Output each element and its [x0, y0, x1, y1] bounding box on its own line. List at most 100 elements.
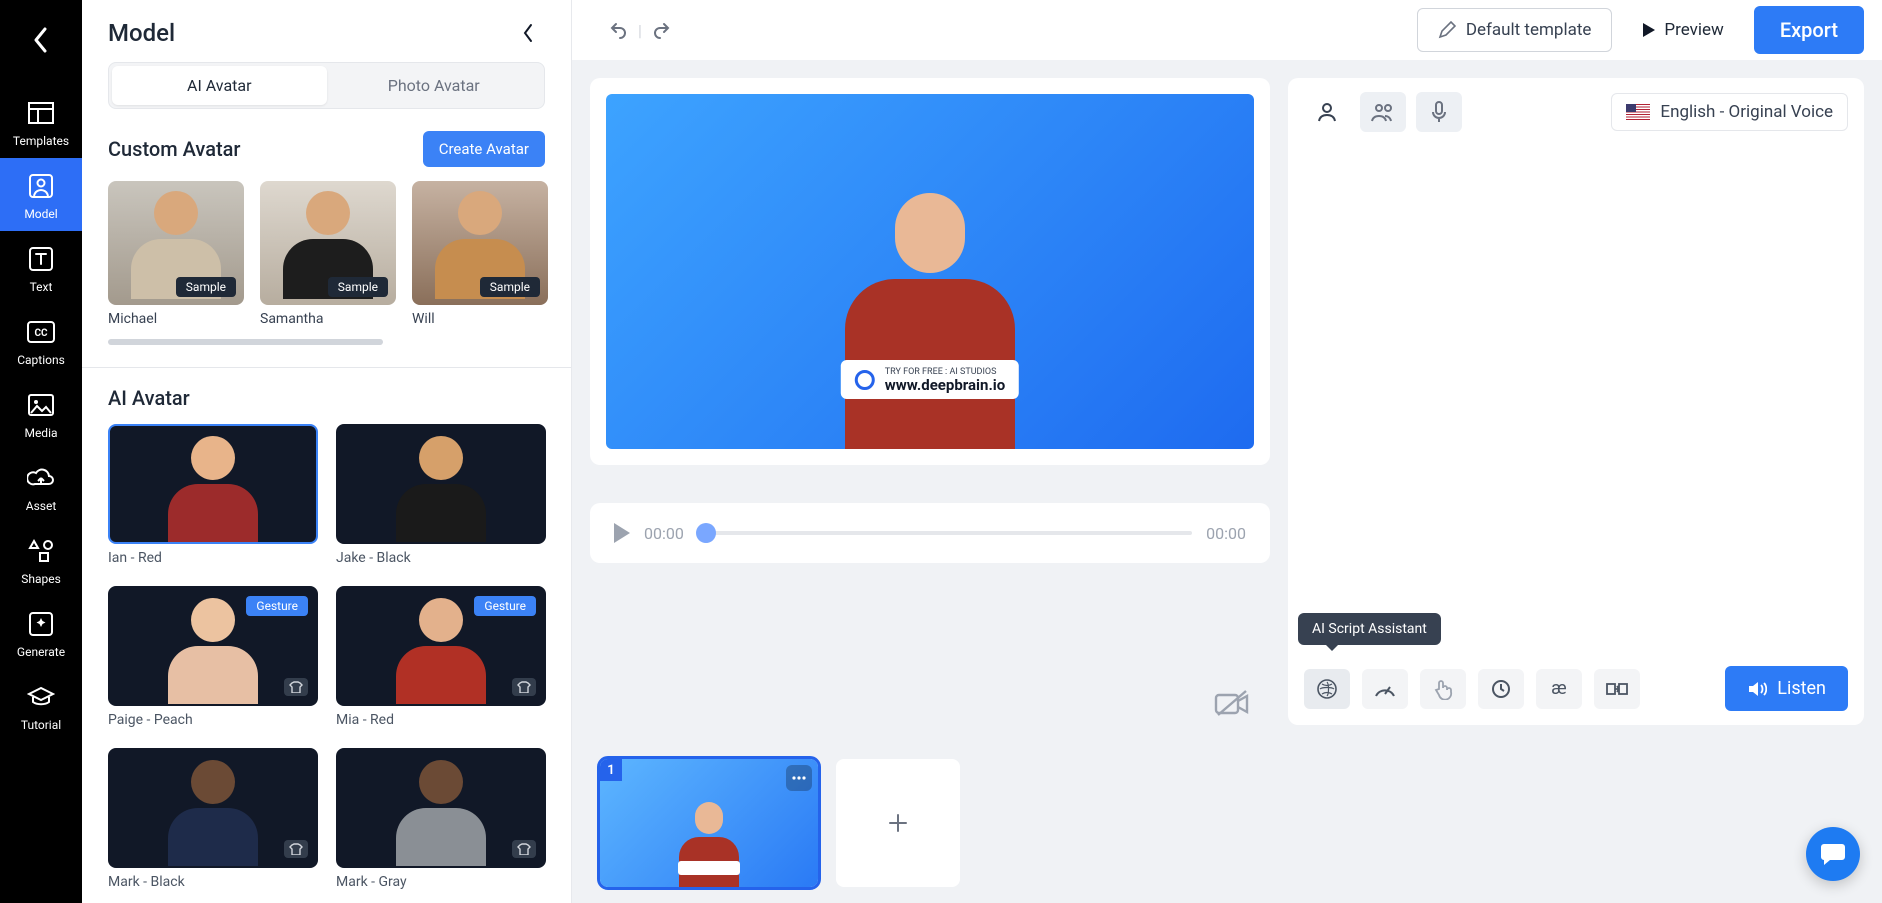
pronunciation-button[interactable]: æ	[1536, 669, 1582, 709]
person-icon	[1317, 102, 1337, 122]
custom-avatar-card[interactable]: Sample Michael	[108, 181, 244, 327]
speed-button[interactable]	[1362, 669, 1408, 709]
avatar-on-canvas	[835, 173, 1025, 449]
back-button[interactable]	[21, 20, 61, 60]
ai-avatar-card[interactable]: Gesture Paige - Peach	[108, 586, 318, 740]
gesture-button[interactable]	[1420, 669, 1466, 709]
listen-button[interactable]: Listen	[1725, 666, 1848, 711]
nav-generate[interactable]: Generate	[0, 596, 82, 669]
sample-badge: Sample	[176, 277, 236, 297]
chevron-left-icon	[522, 23, 534, 43]
nav-asset[interactable]: Asset	[0, 450, 82, 523]
nav-label: Captions	[17, 353, 65, 367]
ai-avatar-title: AI Avatar	[108, 386, 190, 410]
tab-photo-avatar[interactable]: Photo Avatar	[327, 66, 542, 105]
nav-templates[interactable]: Templates	[0, 85, 82, 158]
preview-button[interactable]: Preview	[1624, 9, 1741, 51]
divider	[82, 367, 571, 368]
camera-off-icon	[1214, 689, 1250, 719]
voice-input-button[interactable]	[1416, 92, 1462, 132]
custom-avatar-card[interactable]: Sample Samantha	[260, 181, 396, 327]
nav-shapes[interactable]: Shapes	[0, 523, 82, 596]
translate-button[interactable]	[1594, 669, 1640, 709]
add-scene-button[interactable]	[836, 759, 960, 887]
canvas-preview[interactable]: TRY FOR FREE : AI STUDIOS www.deepbrain.…	[590, 78, 1270, 465]
ai-avatar-name: Mark - Black	[108, 874, 318, 890]
gesture-icon	[1433, 678, 1453, 700]
image-icon	[27, 391, 55, 419]
script-textarea[interactable]	[1304, 142, 1848, 666]
scene-1[interactable]: 1	[600, 759, 818, 887]
time-current: 00:00	[644, 524, 684, 543]
horizontal-scrollbar[interactable]	[108, 339, 383, 345]
preview-label: Preview	[1664, 20, 1723, 40]
nav-label: Shapes	[21, 572, 61, 586]
ai-avatar-name: Paige - Peach	[108, 712, 318, 728]
camera-off-button[interactable]	[1214, 689, 1250, 719]
create-avatar-button[interactable]: Create Avatar	[423, 131, 545, 167]
nav-label: Media	[24, 426, 57, 440]
translate-icon	[1606, 680, 1628, 698]
nav-text[interactable]: Text	[0, 231, 82, 304]
watermark-overlay: TRY FOR FREE : AI STUDIOS www.deepbrain.…	[841, 360, 1019, 400]
ai-avatar-name: Mia - Red	[336, 712, 546, 728]
svg-text:CC: CC	[34, 328, 48, 339]
ai-avatar-card[interactable]: Mark - Gray	[336, 748, 546, 902]
sample-badge: Sample	[480, 277, 540, 297]
ai-avatar-card[interactable]: Mark - Black	[108, 748, 318, 902]
ae-icon: æ	[1551, 678, 1566, 699]
panel-title: Model	[108, 19, 175, 47]
seek-track[interactable]	[698, 531, 1192, 535]
ai-avatar-card[interactable]: Ian - Red	[108, 424, 318, 578]
play-button[interactable]	[614, 523, 630, 543]
ai-assist-icon	[1316, 678, 1338, 700]
pencil-icon	[1438, 21, 1456, 39]
nav-label: Asset	[26, 499, 57, 513]
shirt-icon	[512, 678, 536, 696]
help-chat-button[interactable]	[1806, 827, 1860, 881]
sparkle-icon	[27, 610, 55, 638]
overlay-big: www.deepbrain.io	[885, 377, 1005, 394]
panel-collapse-button[interactable]	[511, 16, 545, 50]
ai-avatar-card[interactable]: Gesture Mia - Red	[336, 586, 546, 740]
dots-icon	[792, 776, 806, 780]
shirt-icon	[512, 840, 536, 858]
language-select[interactable]: English - Original Voice	[1611, 93, 1848, 131]
pause-button[interactable]	[1478, 669, 1524, 709]
nav-model[interactable]: Model	[0, 158, 82, 231]
tab-ai-avatar[interactable]: AI Avatar	[112, 66, 327, 105]
scene-menu-button[interactable]	[786, 765, 812, 791]
nav-captions[interactable]: CC Captions	[0, 304, 82, 377]
custom-avatar-card[interactable]: Sample Will	[412, 181, 548, 327]
ai-avatar-card[interactable]: Jake - Black	[336, 424, 546, 578]
nav-tutorial[interactable]: Tutorial	[0, 669, 82, 742]
cc-icon: CC	[27, 318, 55, 346]
redo-button[interactable]	[652, 20, 672, 40]
multi-speaker-button[interactable]	[1360, 92, 1406, 132]
chevron-left-icon	[33, 27, 49, 53]
default-template-button[interactable]: Default template	[1417, 8, 1613, 52]
undo-button[interactable]	[608, 20, 628, 40]
ai-script-assistant-button[interactable]	[1304, 669, 1350, 709]
timeline-player: 00:00 00:00	[590, 503, 1270, 563]
graduation-icon	[27, 683, 55, 711]
nav-label: Templates	[13, 134, 69, 148]
gesture-badge: Gesture	[474, 596, 536, 616]
ai-avatar-name: Ian - Red	[108, 550, 318, 566]
nav-media[interactable]: Media	[0, 377, 82, 450]
nav-label: Model	[24, 207, 57, 221]
seek-handle[interactable]	[696, 523, 716, 543]
avatar-type-tabs: AI Avatar Photo Avatar	[108, 62, 545, 109]
speaker-icon	[1747, 680, 1767, 698]
plus-icon	[888, 813, 908, 833]
cloud-up-icon	[27, 464, 55, 492]
ai-avatar-name: Jake - Black	[336, 550, 546, 566]
export-button[interactable]: Export	[1754, 6, 1864, 54]
play-icon	[1642, 22, 1656, 38]
language-label: English - Original Voice	[1660, 102, 1833, 122]
single-speaker-button[interactable]	[1304, 92, 1350, 132]
us-flag-icon	[1626, 104, 1650, 120]
clock-icon	[1491, 679, 1511, 699]
listen-label: Listen	[1777, 678, 1826, 699]
speed-icon	[1374, 680, 1396, 698]
